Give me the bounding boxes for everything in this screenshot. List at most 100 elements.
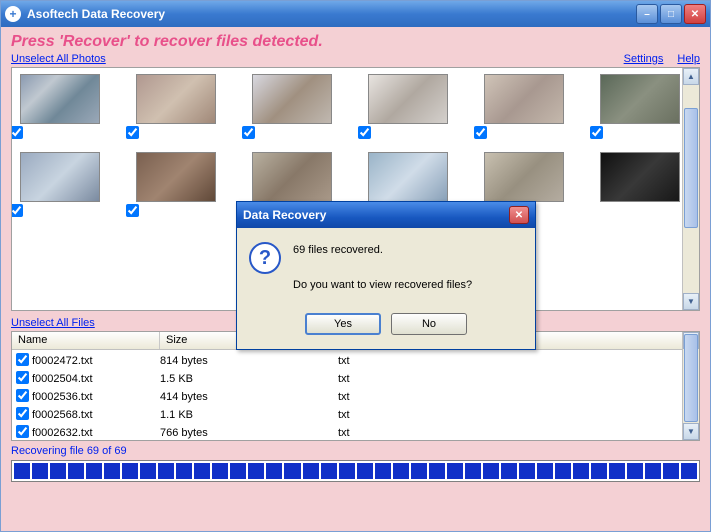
table-row[interactable]: f0002632.txt766 bytestxt: [12, 424, 699, 442]
progress-segment: [50, 463, 66, 479]
progress-segment: [411, 463, 427, 479]
progress-segment: [555, 463, 571, 479]
photo-thumbnail: [20, 74, 100, 124]
scroll-down-icon[interactable]: ▼: [683, 423, 699, 440]
thumbnail-item[interactable]: [136, 152, 224, 202]
file-extension: txt: [338, 355, 488, 367]
thumbnail-item[interactable]: [20, 152, 108, 202]
dialog-message: 69 files recovered. Do you want to view …: [293, 242, 472, 295]
table-row[interactable]: f0002568.txt1.1 KBtxt: [12, 406, 699, 424]
progress-segment: [194, 463, 210, 479]
maximize-button[interactable]: □: [660, 4, 682, 24]
thumbnail-item[interactable]: [252, 74, 340, 124]
thumbnail-checkbox[interactable]: [126, 204, 139, 217]
scroll-thumb[interactable]: [684, 108, 698, 228]
thumbnail-checkbox[interactable]: [358, 126, 371, 139]
dialog-close-button[interactable]: ✕: [509, 206, 529, 224]
thumbnail-item[interactable]: [484, 152, 572, 202]
thumbnail-item[interactable]: [600, 152, 688, 202]
dialog-line2: Do you want to view recovered files?: [293, 277, 472, 295]
thumbnail-checkbox[interactable]: [126, 126, 139, 139]
progress-segment: [573, 463, 589, 479]
no-button[interactable]: No: [391, 313, 467, 335]
photo-thumbnail: [600, 152, 680, 202]
photo-thumbnail: [20, 152, 100, 202]
close-button[interactable]: ✕: [684, 4, 706, 24]
file-extension: txt: [338, 391, 488, 403]
thumbnail-checkbox[interactable]: [590, 126, 603, 139]
dialog-titlebar: Data Recovery ✕: [237, 202, 535, 228]
photo-thumbnail: [600, 74, 680, 124]
photo-thumbnail: [136, 74, 216, 124]
question-icon: ?: [249, 242, 281, 274]
help-link[interactable]: Help: [677, 53, 700, 65]
thumbnail-checkbox[interactable]: [11, 126, 23, 139]
thumbnail-checkbox[interactable]: [242, 126, 255, 139]
progress-segment: [104, 463, 120, 479]
column-header-name[interactable]: Name: [12, 332, 160, 349]
file-size: 1.1 KB: [160, 409, 338, 421]
progress-segment: [158, 463, 174, 479]
unselect-all-files-link[interactable]: Unselect All Files: [11, 317, 95, 329]
photo-thumbnail: [252, 152, 332, 202]
progress-segment: [321, 463, 337, 479]
progress-segment: [609, 463, 625, 479]
file-checkbox[interactable]: [16, 407, 29, 420]
status-text: Recovering file 69 of 69: [11, 445, 700, 457]
scroll-thumb[interactable]: [684, 334, 698, 422]
file-name: f0002504.txt: [32, 373, 160, 385]
progress-segment: [627, 463, 643, 479]
progress-segment: [429, 463, 445, 479]
file-checkbox[interactable]: [16, 389, 29, 402]
progress-segment: [393, 463, 409, 479]
table-row[interactable]: f0002536.txt414 bytestxt: [12, 388, 699, 406]
thumbnail-checkbox[interactable]: [474, 126, 487, 139]
progress-segment: [266, 463, 282, 479]
file-name: f0002536.txt: [32, 391, 160, 403]
photo-thumbnail: [252, 74, 332, 124]
photo-thumbnail: [136, 152, 216, 202]
scroll-down-icon[interactable]: ▼: [683, 293, 699, 310]
thumbnail-item[interactable]: [368, 152, 456, 202]
main-window: + Asoftech Data Recovery – □ ✕ Press 'Re…: [0, 0, 711, 532]
dialog-title: Data Recovery: [243, 208, 326, 222]
progress-segment: [519, 463, 535, 479]
thumbnail-item[interactable]: [20, 74, 108, 124]
thumbnail-item[interactable]: [484, 74, 572, 124]
progress-segment: [537, 463, 553, 479]
titlebar: + Asoftech Data Recovery – □ ✕: [1, 1, 710, 27]
scroll-up-icon[interactable]: ▲: [683, 68, 699, 85]
progress-segment: [122, 463, 138, 479]
thumbnail-item[interactable]: [252, 152, 340, 202]
minimize-button[interactable]: –: [636, 4, 658, 24]
dialog-line1: 69 files recovered.: [293, 242, 472, 260]
thumbnail-item[interactable]: [136, 74, 224, 124]
file-checkbox[interactable]: [16, 353, 29, 366]
progress-segment: [447, 463, 463, 479]
file-checkbox[interactable]: [16, 371, 29, 384]
progress-segment: [465, 463, 481, 479]
photo-thumbnail: [368, 74, 448, 124]
photos-scrollbar[interactable]: ▲ ▼: [682, 68, 699, 310]
file-size: 414 bytes: [160, 391, 338, 403]
table-row[interactable]: f0002504.txt1.5 KBtxt: [12, 370, 699, 388]
file-name: f0002632.txt: [32, 427, 160, 439]
settings-link[interactable]: Settings: [624, 53, 664, 65]
yes-button[interactable]: Yes: [305, 313, 381, 335]
progress-segment: [591, 463, 607, 479]
progress-segment: [32, 463, 48, 479]
table-row[interactable]: f0002472.txt814 bytestxt: [12, 352, 699, 370]
thumbnail-item[interactable]: [368, 74, 456, 124]
thumbnail-checkbox[interactable]: [11, 204, 23, 217]
file-size: 1.5 KB: [160, 373, 338, 385]
file-size: 814 bytes: [160, 355, 338, 367]
unselect-all-photos-link[interactable]: Unselect All Photos: [11, 53, 106, 65]
file-size: 766 bytes: [160, 427, 338, 439]
window-title: Asoftech Data Recovery: [27, 7, 636, 21]
thumbnail-item[interactable]: [600, 74, 688, 124]
files-scrollbar[interactable]: ▲ ▼: [682, 332, 699, 440]
progress-segment: [86, 463, 102, 479]
file-extension: txt: [338, 373, 488, 385]
file-checkbox[interactable]: [16, 425, 29, 438]
app-icon: +: [5, 6, 21, 22]
